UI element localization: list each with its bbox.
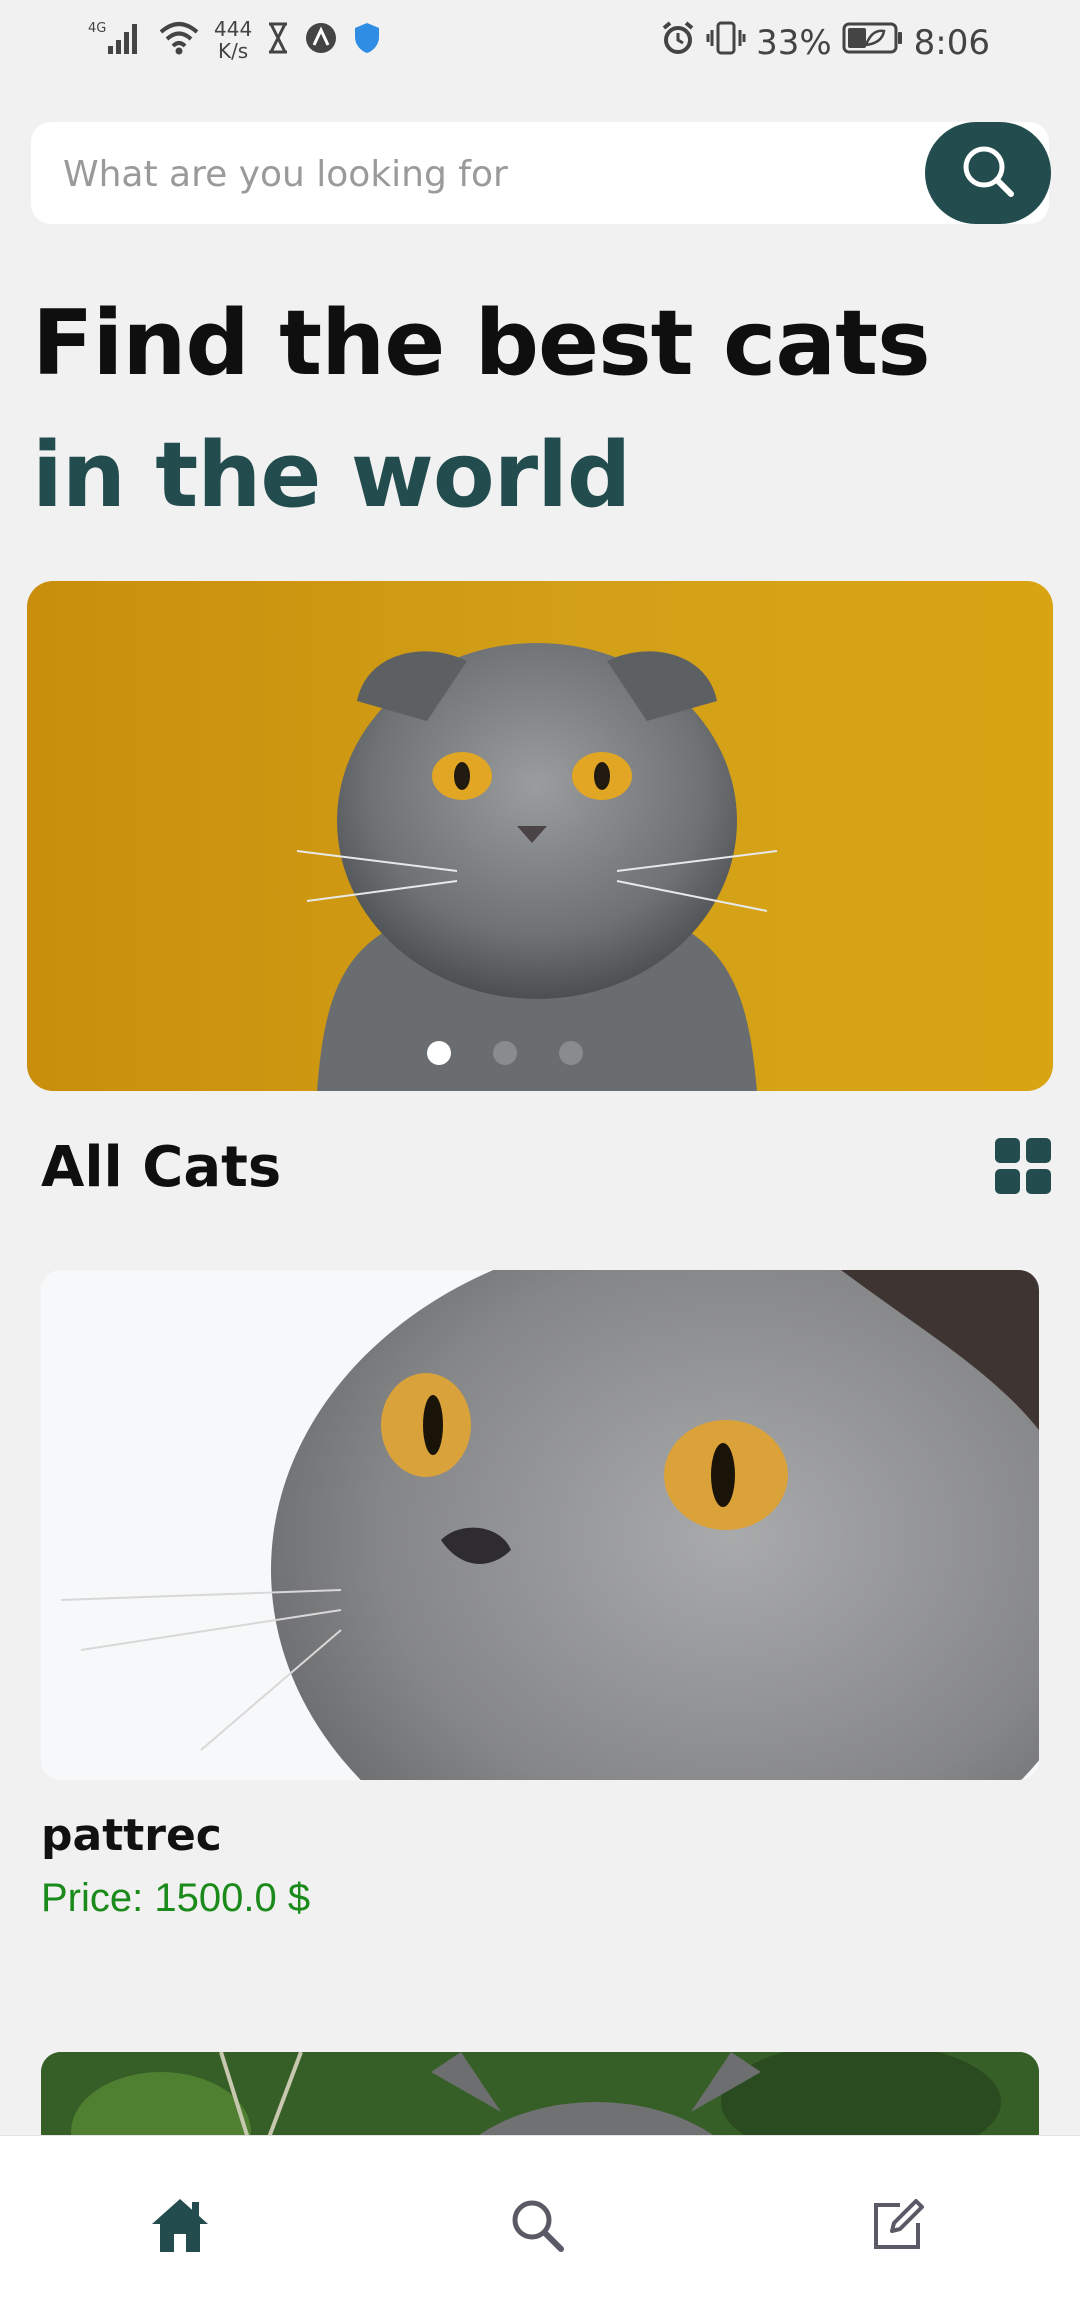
search-bar: [31, 122, 1051, 226]
status-bar: 4G 444 K/s 33% 8:06: [0, 0, 1080, 82]
shield-icon: [352, 21, 382, 59]
alarm-icon: [660, 20, 696, 65]
home-icon: [149, 2196, 211, 2258]
status-left: 4G 444 K/s: [88, 18, 382, 62]
hero-title-line1: Find the best cats: [32, 291, 931, 396]
net-speed: 444 K/s: [214, 18, 252, 62]
net-speed-value: 444: [214, 17, 253, 41]
cat-card-image: [41, 1270, 1039, 1780]
cat-name: pattrec: [41, 1810, 222, 1861]
wifi-icon: [158, 20, 200, 60]
search-input[interactable]: [61, 122, 925, 226]
carousel-indicators: [27, 1041, 1053, 1065]
grid-view-toggle[interactable]: [995, 1138, 1051, 1194]
section-title: All Cats: [41, 1135, 282, 1200]
carousel-dot[interactable]: [493, 1041, 517, 1065]
carousel-dot[interactable]: [427, 1041, 451, 1065]
edit-icon: [870, 2197, 926, 2257]
battery-percent: 33%: [756, 22, 832, 63]
clock: 8:06: [913, 22, 990, 63]
cat-price: Price: 1500.0 $: [41, 1876, 311, 1920]
grid-icon: [995, 1138, 1051, 1198]
svg-text:4G: 4G: [88, 21, 106, 36]
vibrate-icon: [706, 20, 746, 65]
app-notification-icon: [304, 21, 338, 59]
carousel-dot[interactable]: [559, 1041, 583, 1065]
battery-icon: [842, 21, 904, 64]
nav-edit[interactable]: [863, 2192, 933, 2262]
nav-search[interactable]: [502, 2192, 572, 2262]
search-icon: [509, 2197, 565, 2257]
banner-carousel[interactable]: [27, 581, 1053, 1091]
net-speed-unit: K/s: [217, 39, 249, 63]
status-right: 33% 8:06: [660, 20, 990, 65]
hourglass-icon: [266, 21, 290, 59]
hero-title-line2: in the world: [32, 423, 631, 528]
cat-card[interactable]: pattrec Price: 1500.0 $: [41, 1270, 1039, 1920]
search-button[interactable]: [925, 122, 1051, 224]
screen: 4G 444 K/s 33% 8:06 What are you looking…: [0, 0, 1080, 2312]
search-icon: [959, 142, 1017, 204]
nav-home[interactable]: [145, 2192, 215, 2262]
hero-title: Find the best cats in the world: [32, 278, 931, 542]
carousel-cat-image: [296, 643, 778, 1091]
bottom-navigation: [0, 2135, 1080, 2312]
cellular-signal-icon: 4G: [88, 18, 144, 62]
